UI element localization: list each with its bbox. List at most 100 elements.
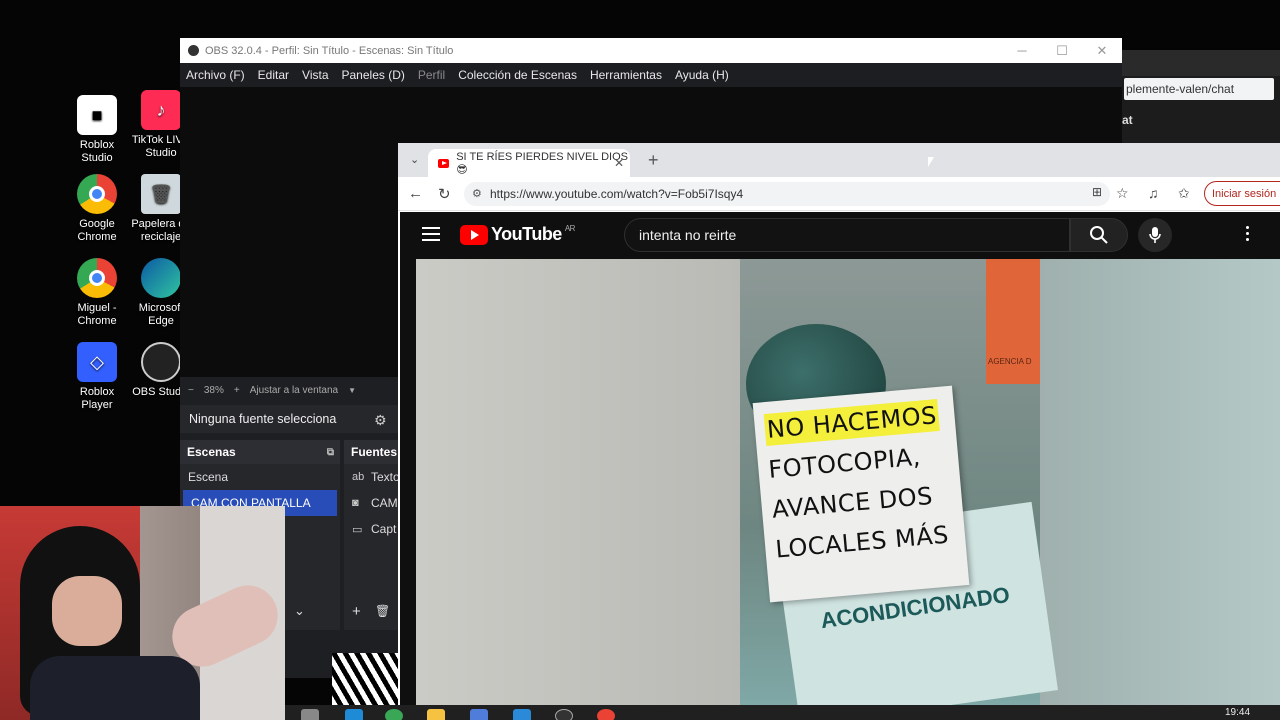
zoom-in-button[interactable]: +: [234, 385, 240, 396]
obs-taskbar-icon[interactable]: [555, 709, 573, 720]
scenes-collapse-chevron-icon[interactable]: ⌄: [294, 603, 305, 619]
menu-editar[interactable]: Editar: [258, 68, 289, 82]
menu-ayuda[interactable]: Ayuda (H): [675, 68, 729, 82]
desktop-icon-label: Roblox Player: [79, 386, 115, 411]
close-button[interactable]: ✕: [1082, 38, 1122, 63]
source-label: CAM: [371, 496, 398, 510]
mouse-cursor-icon: [928, 157, 934, 167]
menu-herramientas[interactable]: Herramientas: [590, 68, 662, 82]
youtube-favicon-icon: [438, 158, 450, 168]
background-address-bar[interactable]: plemente-valen/chat: [1124, 78, 1274, 100]
reload-icon[interactable]: ↻: [438, 185, 451, 203]
delete-source-icon[interactable]: 🗑: [375, 604, 390, 618]
menu-vista[interactable]: Vista: [302, 68, 328, 82]
menu-coleccion-escenas[interactable]: Colección de Escenas: [458, 68, 577, 82]
taskview-icon[interactable]: [301, 709, 319, 720]
tab-search-chevron-icon[interactable]: ⌄: [410, 153, 419, 166]
address-url: https://www.youtube.com/watch?v=Fob5i7Is…: [490, 187, 744, 201]
obs-menubar: Archivo (F) Editar Vista Paneles (D) Per…: [180, 63, 1122, 87]
desktop-icon-label: Roblox Studio: [79, 139, 115, 164]
sources-panel-title: Fuentes: [351, 445, 398, 459]
menu-archivo[interactable]: Archivo (F): [186, 68, 245, 82]
search-button[interactable]: [1070, 218, 1128, 252]
voice-search-button[interactable]: [1138, 218, 1172, 252]
webcam-person-jacket: [30, 656, 200, 720]
scenes-panel-header: Escenas ⧉: [180, 440, 340, 464]
recycle-bin-icon: 🗑: [141, 174, 181, 214]
scenes-panel-title: Escenas: [187, 445, 236, 459]
video-wall-left: [416, 259, 740, 705]
tiktok-icon: ♪: [141, 90, 181, 130]
gear-icon[interactable]: ⚙: [374, 412, 387, 429]
taskbar: 19:44: [285, 705, 1280, 720]
bookmark-star-icon[interactable]: ☆: [1116, 185, 1129, 202]
taskbar-clock[interactable]: 19:44: [1225, 707, 1250, 718]
store-icon[interactable]: [470, 709, 488, 720]
menu-perfil[interactable]: Perfil: [418, 68, 445, 82]
orange-poster-text: AGENCIA D: [988, 357, 1032, 366]
video-player[interactable]: AGENCIA D ABIERTO AIRE ACONDICIONADO NO …: [416, 259, 1280, 705]
source-item-capture[interactable]: ▭ Capt: [344, 516, 400, 542]
obs-icon: [141, 342, 181, 382]
background-browser-window[interactable]: plemente-valen/chat at: [1120, 50, 1280, 145]
source-item-cam[interactable]: ◙ CAM: [344, 490, 400, 516]
zoom-out-button[interactable]: −: [188, 385, 194, 396]
back-icon[interactable]: ←: [408, 185, 423, 202]
signin-button[interactable]: Iniciar sesión: [1204, 181, 1280, 206]
site-info-icon[interactable]: ⚙: [472, 187, 482, 200]
chevron-down-icon[interactable]: ▼: [348, 386, 356, 395]
desktop-icon-google-chrome[interactable]: Google Chrome: [63, 174, 131, 244]
webcam-person-face: [52, 576, 122, 646]
chrome-window: ⌄ SI TE RÍES PIERDES NIVEL DIOS 😎 ✕ + ← …: [398, 143, 1280, 705]
zoom-value: 38%: [203, 384, 224, 396]
extensions-icon[interactable]: ⊞: [1092, 185, 1102, 199]
video-wall-right: [1040, 259, 1280, 705]
obs-logo-icon: [188, 45, 199, 56]
youtube-logo[interactable]: YouTube AR: [460, 224, 575, 245]
vscode-icon[interactable]: [513, 709, 531, 720]
zoom-fit-select[interactable]: Ajustar a la ventana: [250, 385, 338, 396]
background-window-titlebar: [1120, 50, 1280, 76]
youtube-logo-text: YouTube: [491, 224, 562, 244]
scene-item[interactable]: Escena: [180, 464, 340, 490]
desktop-icon-miguel-chrome[interactable]: Miguel - Chrome: [63, 258, 131, 328]
minimize-button[interactable]: ─: [1002, 38, 1042, 63]
edge-icon: [141, 258, 181, 298]
sources-panel-header: Fuentes: [344, 440, 400, 464]
video-paper-sign: NO HACEMOS FOTOCOPIA, AVANCE DOS LOCALES…: [752, 385, 970, 603]
background-page-text: at: [1122, 113, 1133, 127]
chrome-profile-taskbar-icon[interactable]: [597, 709, 615, 720]
chrome-tabstrip: ⌄ SI TE RÍES PIERDES NIVEL DIOS 😎 ✕ +: [398, 143, 1280, 177]
more-options-icon[interactable]: [1246, 226, 1250, 244]
menu-icon[interactable]: [422, 227, 440, 245]
youtube-header: YouTube AR intenta no reirte: [400, 212, 1280, 258]
source-item-text[interactable]: ab Texto: [344, 464, 400, 490]
zebra-thumbnail: [332, 653, 398, 705]
desktop-icon-label: Google Chrome: [77, 218, 117, 243]
add-source-button[interactable]: +: [352, 603, 361, 620]
menu-paneles[interactable]: Paneles (D): [342, 68, 405, 82]
tab-close-icon[interactable]: ✕: [614, 156, 624, 170]
tab-title: SI TE RÍES PIERDES NIVEL DIOS 😎: [456, 150, 628, 176]
monitor-icon: ▭: [352, 523, 363, 536]
desktop-icon-roblox-studio[interactable]: ■ Roblox Studio: [63, 95, 131, 165]
tab-youtube-video[interactable]: SI TE RÍES PIERDES NIVEL DIOS 😎 ✕: [428, 149, 630, 177]
address-bar[interactable]: ⚙ https://www.youtube.com/watch?v=Fob5i7…: [464, 182, 1110, 206]
search-input[interactable]: intenta no reirte: [624, 218, 1070, 252]
obs-window-title: OBS 32.0.4 - Perfil: Sin Título - Escena…: [205, 44, 454, 57]
sources-panel: Fuentes ab Texto ◙ CAM ▭ Capt + 🗑: [344, 440, 400, 630]
edge-taskbar-icon[interactable]: [345, 709, 363, 720]
desktop-icon-roblox-player[interactable]: ◇ Roblox Player: [63, 342, 131, 412]
folder-icon[interactable]: [427, 709, 445, 720]
undock-icon[interactable]: ⧉: [327, 447, 334, 458]
media-control-icon[interactable]: ♫: [1148, 185, 1159, 201]
favorites-icon[interactable]: ✩: [1178, 185, 1190, 202]
search-icon: [1090, 226, 1108, 244]
youtube-page: YouTube AR intenta no reirte AGENCIA D A…: [400, 212, 1280, 705]
maximize-button[interactable]: ☐: [1042, 38, 1082, 63]
new-tab-icon[interactable]: +: [648, 150, 659, 171]
source-label: Texto: [371, 470, 400, 484]
roblox-studio-icon: ■: [77, 95, 117, 135]
chrome-taskbar-icon[interactable]: [385, 709, 403, 720]
desktop-icon-label: Miguel - Chrome: [77, 302, 117, 327]
